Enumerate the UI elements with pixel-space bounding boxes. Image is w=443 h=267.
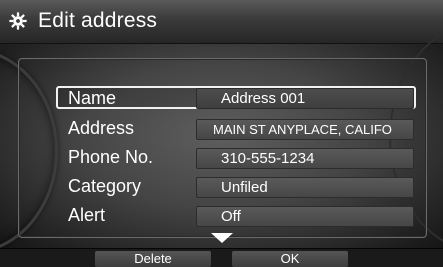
gear-icon	[9, 12, 27, 30]
field-label-name: Name	[68, 88, 117, 108]
field-value-name: Address 001	[221, 90, 306, 107]
field-label-alert: Alert	[68, 205, 106, 225]
field-value-box-alert: Off	[196, 206, 414, 227]
field-value-address: MAIN ST ANYPLACE, CALIFO	[213, 122, 392, 137]
field-row-name[interactable]: Name Address 001	[56, 86, 416, 109]
field-value-box-address: MAIN ST ANYPLACE, CALIFO	[196, 119, 414, 140]
field-label-phone: Phone No.	[68, 147, 154, 167]
scroll-down-icon[interactable]	[211, 233, 233, 243]
field-value-alert: Off	[221, 208, 241, 225]
delete-button[interactable]: Delete	[95, 251, 211, 267]
page-title: Edit address	[38, 9, 158, 32]
field-label-address: Address	[68, 118, 135, 138]
title-bar: Edit address	[0, 0, 443, 44]
field-row-category[interactable]: Category Unfiled	[56, 176, 416, 198]
field-value-phone: 310-555-1234	[221, 150, 315, 167]
field-value-box-name: Address 001	[196, 88, 414, 109]
field-value-box-phone: 310-555-1234	[196, 148, 414, 169]
field-value-box-category: Unfiled	[196, 177, 414, 198]
softkey-bar: Delete OK	[0, 248, 443, 267]
field-row-address[interactable]: Address MAIN ST ANYPLACE, CALIFO	[56, 118, 416, 140]
field-row-alert[interactable]: Alert Off	[56, 205, 416, 227]
field-value-category: Unfiled	[221, 179, 268, 196]
edit-address-screen: Edit address Name Address 001 Address MA…	[0, 0, 443, 267]
field-row-phone[interactable]: Phone No. 310-555-1234	[56, 147, 416, 169]
field-label-category: Category	[68, 176, 142, 196]
ok-button[interactable]: OK	[232, 251, 348, 267]
